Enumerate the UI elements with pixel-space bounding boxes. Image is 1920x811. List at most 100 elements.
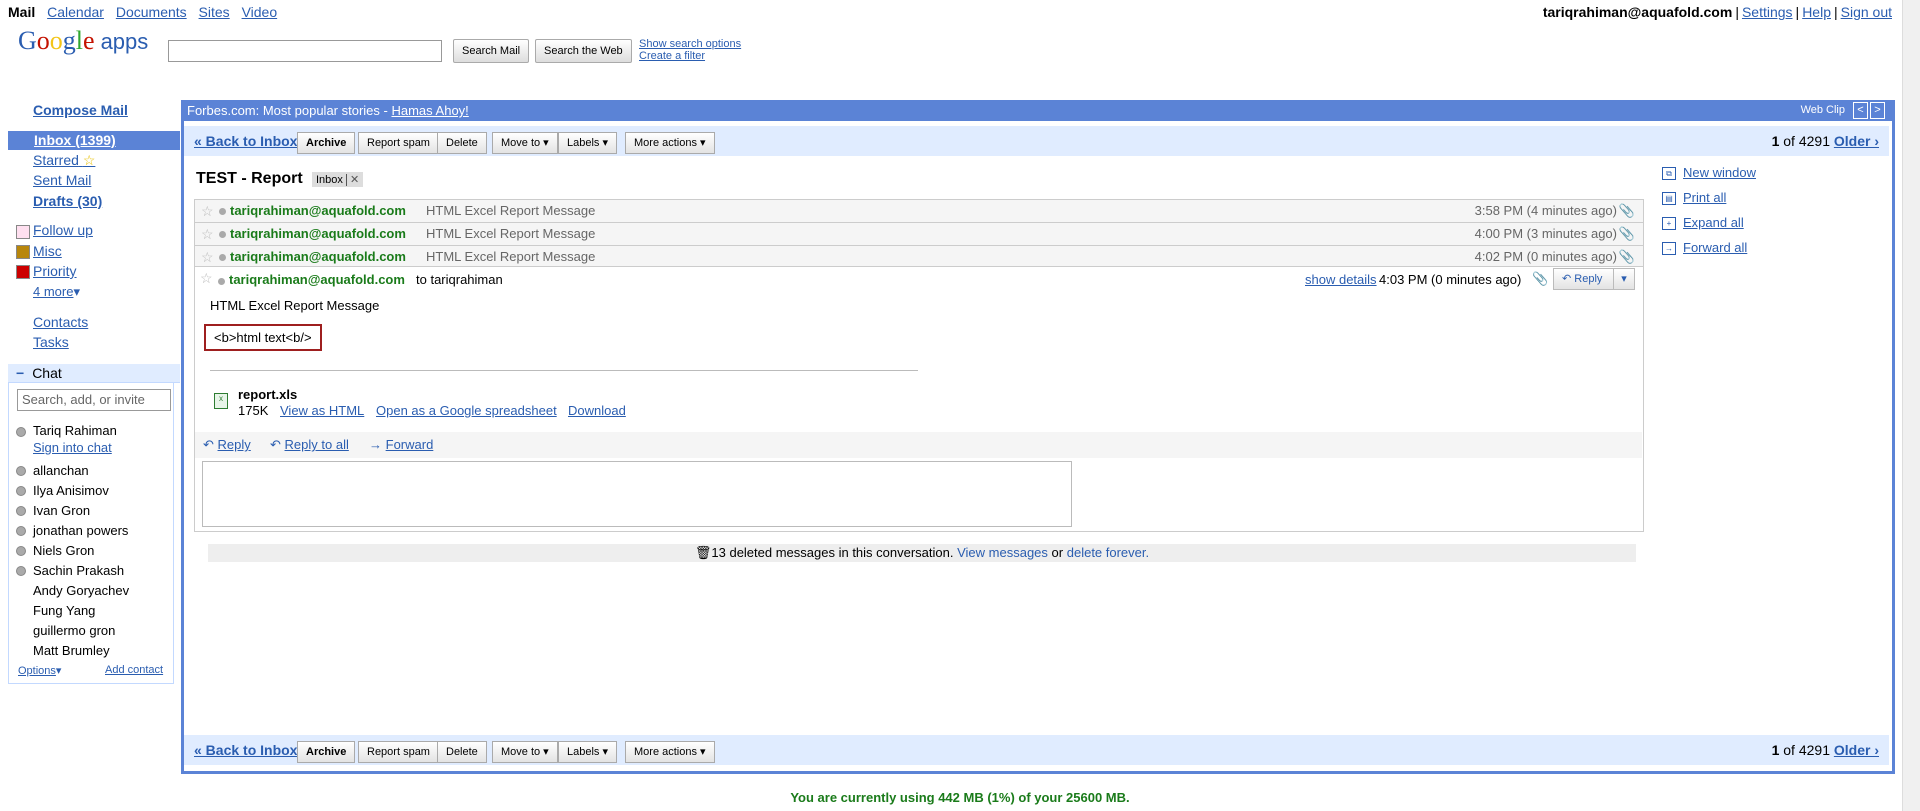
label-priority[interactable]: Priority — [33, 263, 77, 279]
older-link[interactable]: Older › — [1834, 133, 1879, 149]
signout-link[interactable]: Sign out — [1841, 4, 1892, 20]
topnav-mail[interactable]: Mail — [8, 4, 35, 20]
chat-contact[interactable]: Ilya Anisimov — [33, 483, 109, 498]
star-icon[interactable]: ☆ — [201, 200, 214, 222]
report-spam-button[interactable]: Report spam — [358, 132, 439, 154]
reply-icon: ↶ — [1562, 273, 1572, 285]
chat-options[interactable]: Options▾ — [18, 664, 61, 677]
search-web-button[interactable]: Search the Web — [535, 39, 632, 63]
chat-contact[interactable]: Sachin Prakash — [33, 563, 124, 578]
collapse-icon: − — [16, 365, 25, 381]
topnav-sites[interactable]: Sites — [199, 4, 230, 20]
create-filter-link[interactable]: Create a filter — [639, 50, 741, 62]
forward-link[interactable]: → Forward — [369, 437, 433, 452]
forward-all-link[interactable]: Forward all — [1683, 240, 1747, 255]
status-icon — [218, 278, 225, 285]
nav-sent[interactable]: Sent Mail — [33, 172, 91, 188]
star-icon[interactable]: ☆ — [201, 246, 214, 268]
status-icon — [16, 427, 26, 437]
back-to-inbox-link[interactable]: « Back to Inbox — [194, 742, 297, 758]
show-details-link[interactable]: show details — [1305, 272, 1377, 287]
status-icon — [16, 566, 26, 576]
nav-inbox[interactable]: Inbox (1399) — [8, 131, 180, 150]
chat-contact[interactable]: Matt Brumley — [33, 643, 110, 658]
print-icon: ▤ — [1662, 192, 1676, 205]
account-bar: tariqrahiman@aquafold.com | Settings | Help |… — [1542, 4, 1892, 20]
delete-button[interactable]: Delete — [437, 741, 487, 763]
chat-contact[interactable]: Ivan Gron — [33, 503, 90, 518]
archive-button[interactable]: Archive — [297, 741, 356, 763]
move-to-button[interactable]: Move to ▾ — [492, 132, 558, 154]
contacts-link[interactable]: Contacts — [33, 314, 88, 330]
reply-link[interactable]: ↶ Reply — [203, 437, 251, 453]
expand-all-link[interactable]: Expand all — [1683, 215, 1744, 230]
reply-button[interactable]: ↶ Reply ▾ — [1553, 268, 1635, 290]
search-input[interactable] — [168, 40, 442, 62]
chat-contact[interactable]: allanchan — [33, 463, 89, 478]
star-icon[interactable]: ☆ — [201, 223, 214, 245]
chat-search-input[interactable]: Search, add, or invite — [17, 389, 171, 411]
remove-label-icon[interactable]: ✕ — [345, 174, 360, 186]
more-actions-button[interactable]: More actions ▾ — [625, 132, 715, 154]
print-all-link[interactable]: Print all — [1683, 190, 1726, 205]
label-follow-up[interactable]: Follow up — [33, 222, 93, 238]
open-spreadsheet-link[interactable]: Open as a Google spreadsheet — [376, 403, 557, 418]
show-search-options-link[interactable]: Show search options — [639, 38, 741, 50]
delete-forever-link[interactable]: delete forever. — [1067, 545, 1149, 560]
nav-starred-label: Starred — [33, 152, 79, 168]
more-actions-button[interactable]: More actions ▾ — [625, 741, 715, 763]
label-misc[interactable]: Misc — [33, 243, 62, 259]
reply-all-link[interactable]: ↶ Reply to all — [270, 437, 349, 453]
compose-mail-link[interactable]: Compose Mail — [33, 102, 128, 118]
archive-button[interactable]: Archive — [297, 132, 356, 154]
help-link[interactable]: Help — [1802, 4, 1831, 20]
download-link[interactable]: Download — [568, 403, 626, 418]
more-labels-link[interactable]: 4 more▾ — [33, 284, 80, 300]
status-icon — [16, 506, 26, 516]
sign-into-chat-link[interactable]: Sign into chat — [33, 440, 112, 455]
chat-me: Tariq Rahiman — [33, 423, 117, 438]
message-snippet: HTML Excel Report Message — [426, 226, 596, 241]
webclip-headline-link[interactable]: Hamas Ahoy! — [391, 103, 468, 118]
report-spam-button[interactable]: Report spam — [358, 741, 439, 763]
chat-contact[interactable]: Niels Gron — [33, 543, 94, 558]
chevron-down-icon[interactable]: ▾ — [1613, 269, 1634, 289]
new-window-link[interactable]: New window — [1683, 165, 1756, 180]
top-nav: Mail Calendar Documents Sites Video — [8, 4, 285, 20]
star-icon[interactable]: ☆ — [200, 270, 213, 287]
chat-contact[interactable]: Fung Yang — [33, 603, 95, 618]
message-row[interactable]: ☆ tariqrahiman@aquafold.com HTML Excel R… — [194, 199, 1644, 222]
nav-starred[interactable]: Starred ☆ — [33, 152, 95, 169]
chat-contact[interactable]: guillermo gron — [33, 623, 115, 638]
settings-link[interactable]: Settings — [1742, 4, 1793, 20]
message-snippet: HTML Excel Report Message — [426, 249, 596, 264]
attachment-icon: 📎 — [1618, 249, 1635, 264]
topnav-video[interactable]: Video — [242, 4, 278, 20]
view-messages-link[interactable]: View messages — [957, 545, 1048, 560]
labels-button[interactable]: Labels ▾ — [558, 132, 617, 154]
chat-contact[interactable]: Andy Goryachev — [33, 583, 129, 598]
back-to-inbox-link[interactable]: « Back to Inbox — [194, 133, 297, 149]
search-mail-button[interactable]: Search Mail — [453, 39, 530, 63]
nav-drafts[interactable]: Drafts (30) — [33, 193, 102, 209]
add-contact-link[interactable]: Add contact — [105, 664, 163, 676]
webclip-prev-button[interactable]: < — [1853, 102, 1868, 119]
google-apps-logo[interactable]: Google apps — [18, 26, 148, 56]
scrollbar[interactable] — [1902, 0, 1920, 811]
older-link[interactable]: Older › — [1834, 742, 1879, 758]
chat-contact[interactable]: jonathan powers — [33, 523, 128, 538]
view-as-html-link[interactable]: View as HTML — [280, 403, 364, 418]
topnav-calendar[interactable]: Calendar — [47, 4, 104, 20]
topnav-documents[interactable]: Documents — [116, 4, 187, 20]
quick-reply-box[interactable] — [202, 461, 1072, 527]
webclip-next-button[interactable]: > — [1870, 102, 1885, 119]
message-row[interactable]: ☆ tariqrahiman@aquafold.com HTML Excel R… — [194, 222, 1644, 245]
tasks-link[interactable]: Tasks — [33, 334, 69, 350]
move-to-button[interactable]: Move to ▾ — [492, 741, 558, 763]
status-icon — [219, 231, 226, 238]
delete-button[interactable]: Delete — [437, 132, 487, 154]
labels-button[interactable]: Labels ▾ — [558, 741, 617, 763]
inbox-tag-label: Inbox — [316, 174, 343, 186]
chat-header[interactable]: − Chat — [8, 364, 180, 383]
message-row[interactable]: ☆ tariqrahiman@aquafold.com HTML Excel R… — [194, 245, 1644, 268]
